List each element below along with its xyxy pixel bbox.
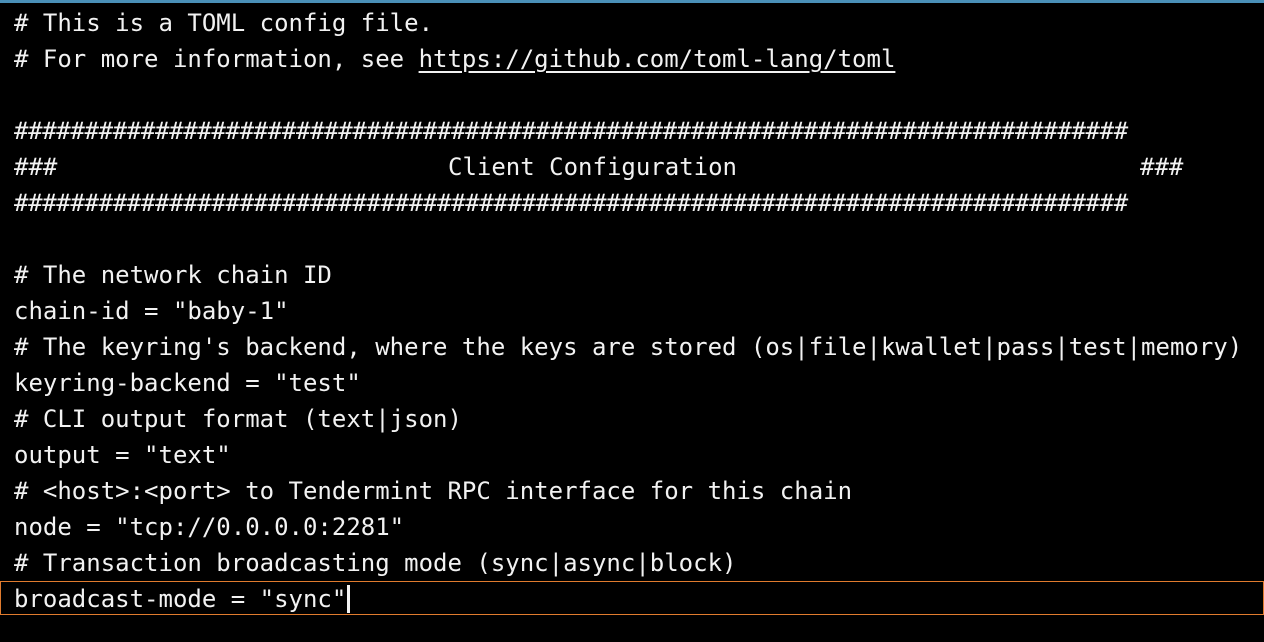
broadcast-mode-setting[interactable]: broadcast-mode = "sync"	[14, 581, 351, 617]
output-setting[interactable]: output = "text"	[14, 437, 231, 473]
text-cursor	[347, 585, 351, 613]
comment-line-with-link: # For more information, see https://gith…	[14, 41, 895, 77]
hash-bar-bottom: ########################################…	[14, 191, 1128, 215]
broadcast-comment: # Transaction broadcasting mode (sync|as…	[14, 549, 737, 577]
node-comment: # <host>:<port> to Tendermint RPC interf…	[14, 477, 853, 505]
comment-line: # This is a TOML config file.	[14, 9, 434, 37]
terminal-window[interactable]: # This is a TOML config file. # For more…	[0, 0, 1264, 642]
comment-text: # For more information, see	[14, 45, 419, 73]
keyring-backend-setting[interactable]: keyring-backend = "test"	[14, 365, 361, 401]
keyring-comment: # The keyring's backend, where the keys …	[14, 333, 1243, 361]
toml-docs-link[interactable]: https://github.com/toml-lang/toml	[419, 45, 896, 73]
banner-hash-right: ###	[1140, 153, 1184, 181]
chain-id-setting[interactable]: chain-id = "baby-1"	[14, 293, 289, 329]
hash-bar-top: ########################################…	[14, 119, 1128, 143]
broadcast-mode-text[interactable]: broadcast-mode = "sync"	[14, 585, 346, 613]
banner-hash-left: ###	[14, 153, 58, 181]
section-title: Client Configuration	[448, 153, 737, 181]
output-comment: # CLI output format (text|json)	[14, 405, 462, 433]
node-setting[interactable]: node = "tcp://0.0.0.0:2281"	[14, 509, 404, 545]
chain-id-comment: # The network chain ID	[14, 261, 332, 289]
